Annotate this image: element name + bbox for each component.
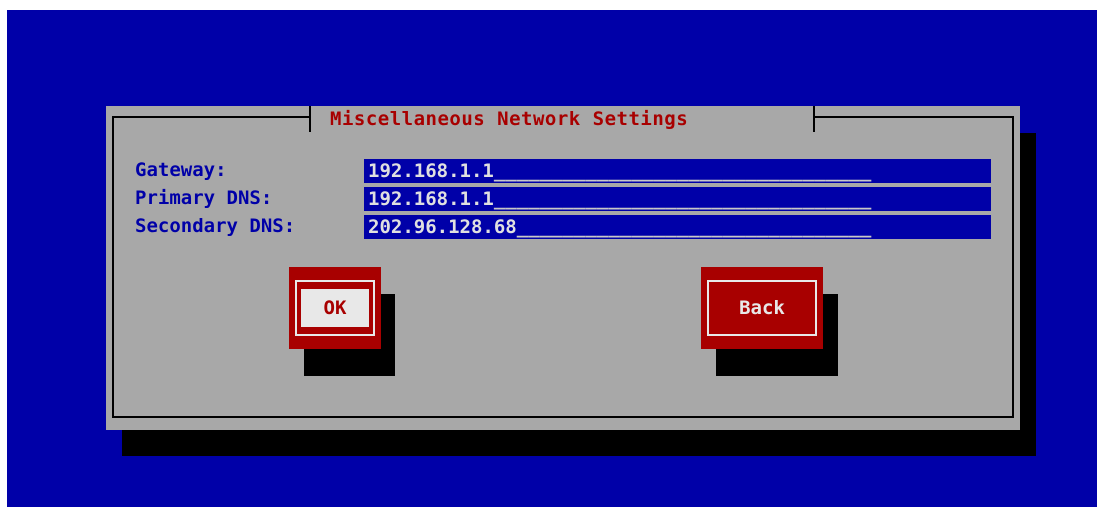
secondary-dns-fill: _______________________________ [516, 216, 872, 238]
gateway-label: Gateway: [135, 159, 227, 181]
secondary-dns-value: 202.96.128.68 [368, 216, 517, 238]
back-button[interactable]: Back [701, 267, 823, 349]
primary-dns-fill: _________________________________ [493, 188, 872, 210]
primary-dns-value: 192.168.1.1 [368, 188, 494, 210]
dialog-title: Miscellaneous Network Settings [330, 108, 689, 130]
title-bracket-left [309, 106, 311, 132]
installer-screen: Miscellaneous Network Settings Gateway: … [7, 10, 1097, 507]
back-button-label: Back [707, 280, 817, 336]
primary-dns-label: Primary DNS: [135, 187, 273, 209]
primary-dns-input[interactable]: 192.168.1.1_____________________________… [364, 187, 991, 211]
ok-button[interactable]: OK [289, 267, 381, 349]
gateway-value: 192.168.1.1 [368, 160, 494, 182]
gateway-fill: _________________________________ [493, 160, 872, 182]
title-bracket-right [813, 106, 815, 132]
frame-line-left [112, 116, 309, 118]
ok-button-label: OK [301, 289, 369, 327]
frame-line-right [814, 116, 1014, 118]
secondary-dns-input[interactable]: 202.96.128.68___________________________… [364, 215, 991, 239]
network-settings-dialog: Miscellaneous Network Settings Gateway: … [106, 106, 1020, 430]
gateway-input[interactable]: 192.168.1.1_____________________________… [364, 159, 991, 183]
secondary-dns-label: Secondary DNS: [135, 215, 296, 237]
